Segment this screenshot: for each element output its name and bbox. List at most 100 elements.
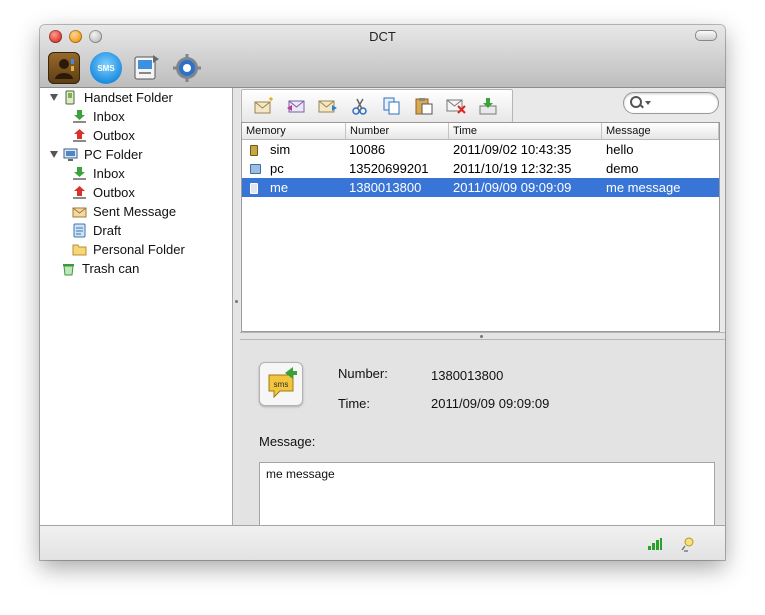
reply-icon <box>287 100 305 113</box>
search-dropdown-icon[interactable] <box>645 101 651 105</box>
column-header-time[interactable]: Time <box>449 123 602 139</box>
connection-bulb-icon <box>680 536 696 552</box>
copy-button[interactable] <box>382 97 402 115</box>
search-field[interactable] <box>623 92 719 114</box>
outbox-arrow-icon <box>72 185 87 200</box>
splitter-grip <box>480 335 483 338</box>
handset-icon <box>63 90 78 105</box>
sms-message-icon: sms <box>259 362 303 406</box>
folder-sidebar: Handset Folder Inbox Outbox PC Folder In… <box>40 88 233 526</box>
cell-message: demo <box>606 161 639 176</box>
cell-memory: me <box>270 180 289 195</box>
new-message-icon <box>254 97 273 114</box>
column-header-message[interactable]: Message <box>602 123 719 139</box>
gear-icon <box>173 54 201 82</box>
folder-icon <box>72 242 87 257</box>
cell-time: 2011/09/09 09:09:09 <box>453 180 572 195</box>
signal-strength-icon <box>648 538 662 550</box>
disclosure-triangle-icon[interactable] <box>50 151 58 158</box>
phone-memory-icon <box>250 183 258 194</box>
sidebar-item-pc-folder[interactable]: PC Folder <box>50 145 143 164</box>
message-toolbar <box>241 89 513 123</box>
sidebar-item-label: Sent Message <box>93 204 177 219</box>
cell-time: 2011/10/19 12:32:35 <box>453 161 572 176</box>
table-header: Memory Number Time Message <box>242 123 719 140</box>
paste-button[interactable] <box>414 97 434 115</box>
sidebar-item-draft[interactable]: Draft <box>72 221 121 240</box>
forward-icon <box>318 100 337 113</box>
splitter-grip <box>235 300 238 303</box>
copy-icon <box>383 97 400 115</box>
delete-icon <box>446 99 466 114</box>
cell-message: me message <box>606 180 681 195</box>
time-label: Time: <box>338 396 371 411</box>
app-window: DCT SMS Handset Folder Inbox Outbox PC F… <box>40 25 725 560</box>
sidebar-item-label: Handset Folder <box>84 90 173 105</box>
disclosure-triangle-icon[interactable] <box>50 94 58 101</box>
pc-icon <box>250 164 261 174</box>
status-bar <box>40 525 725 560</box>
delete-button[interactable] <box>446 97 466 115</box>
trash-can-icon <box>61 261 76 276</box>
reply-button[interactable] <box>286 97 306 115</box>
sidebar-item-trash-can[interactable]: Trash can <box>61 259 139 278</box>
sent-envelope-icon <box>72 204 87 219</box>
inbox-arrow-icon <box>72 166 87 181</box>
cut-icon <box>352 98 367 115</box>
title-bar: DCT SMS <box>40 25 725 88</box>
backup-icon <box>134 55 159 80</box>
sidebar-item-label: Draft <box>93 223 122 238</box>
number-value: 1380013800 <box>431 368 504 383</box>
backup-button[interactable] <box>130 52 162 84</box>
horizontal-splitter[interactable] <box>240 332 725 340</box>
forward-button[interactable] <box>318 97 338 115</box>
column-header-number[interactable]: Number <box>346 123 449 139</box>
number-label: Number: <box>338 366 388 381</box>
sms-button[interactable]: SMS <box>90 52 122 84</box>
export-button[interactable] <box>478 97 498 115</box>
new-message-button[interactable] <box>254 97 274 115</box>
toolbar-toggle-button[interactable] <box>695 30 717 41</box>
message-table: Memory Number Time Message sim 10086 201… <box>241 122 720 332</box>
sidebar-item-handset-inbox[interactable]: Inbox <box>72 107 125 126</box>
sidebar-item-label: Outbox <box>93 128 135 143</box>
sidebar-item-label: Inbox <box>93 166 125 181</box>
sidebar-item-label: PC Folder <box>84 147 143 162</box>
cell-number: 1380013800 <box>349 180 422 195</box>
table-row[interactable]: pc 13520699201 2011/10/19 12:32:35 demo <box>242 159 719 178</box>
sidebar-item-sent-message[interactable]: Sent Message <box>72 202 176 221</box>
contacts-button[interactable] <box>48 52 80 84</box>
sidebar-item-pc-outbox[interactable]: Outbox <box>72 183 135 202</box>
sidebar-item-personal-folder[interactable]: Personal Folder <box>72 240 185 259</box>
cell-message: hello <box>606 142 634 157</box>
window-title: DCT <box>369 29 396 44</box>
sms-bubble-icon: SMS <box>97 63 115 73</box>
sidebar-item-label: Inbox <box>93 109 125 124</box>
column-header-memory[interactable]: Memory <box>242 123 346 139</box>
vertical-splitter[interactable] <box>233 88 240 525</box>
search-icon-handle <box>639 103 644 109</box>
outbox-arrow-icon <box>72 128 87 143</box>
inbox-arrow-icon <box>72 109 87 124</box>
contacts-book-icon <box>55 59 74 79</box>
settings-button[interactable] <box>171 52 203 84</box>
sidebar-item-pc-inbox[interactable]: Inbox <box>72 164 125 183</box>
cell-memory: pc <box>270 161 284 176</box>
sidebar-item-handset-outbox[interactable]: Outbox <box>72 126 135 145</box>
time-value: 2011/09/09 09:09:09 <box>431 396 550 411</box>
paste-icon <box>415 98 433 115</box>
cell-number: 10086 <box>349 142 386 157</box>
table-row-selected[interactable]: me 1380013800 2011/09/09 09:09:09 me mes… <box>242 178 719 197</box>
sms-badge-text: sms <box>274 380 289 389</box>
message-label: Message: <box>259 434 316 449</box>
sidebar-item-label: Outbox <box>93 185 135 200</box>
table-row[interactable]: sim 10086 2011/09/02 10:43:35 hello <box>242 140 719 159</box>
sidebar-item-handset-folder[interactable]: Handset Folder <box>50 88 173 107</box>
message-list-pane: Memory Number Time Message sim 10086 201… <box>240 88 725 333</box>
draft-icon <box>72 223 87 238</box>
sim-card-icon <box>250 145 258 156</box>
cell-memory: sim <box>270 142 291 157</box>
computer-icon <box>63 147 78 162</box>
message-detail-pane: sms Number: 1380013800 Time: 2011/09/09 … <box>240 340 725 552</box>
cut-button[interactable] <box>350 97 370 115</box>
